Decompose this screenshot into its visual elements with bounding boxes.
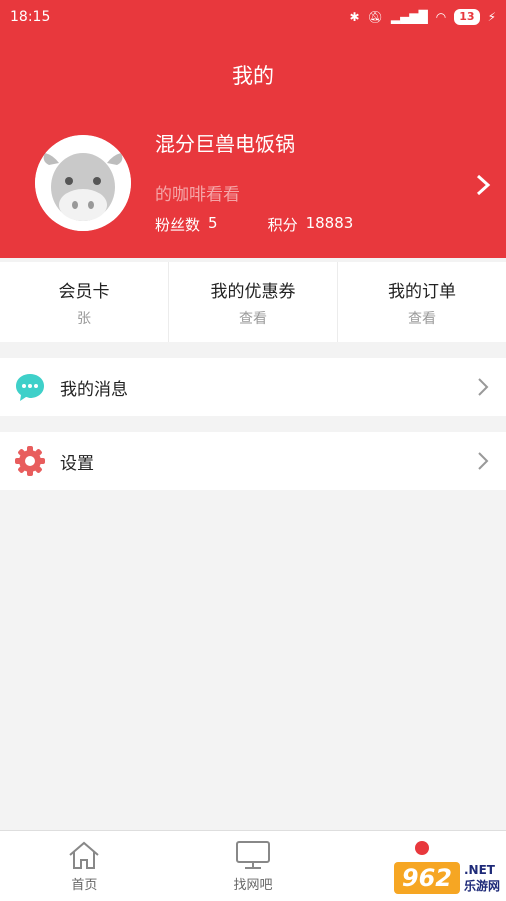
charging-icon: ⚡ <box>487 10 496 24</box>
watermark-sub: 乐游网 <box>463 878 500 893</box>
wifi-icon: ◠ <box>435 10 447 24</box>
member-card-button[interactable]: 会员卡 张 <box>0 262 169 342</box>
fans-value: 5 <box>208 214 218 232</box>
quick-title: 会员卡 <box>58 281 110 302</box>
signature: 的咖啡看看 <box>155 185 240 205</box>
row-label: 我的消息 <box>60 379 128 400</box>
home-icon <box>69 841 99 869</box>
nav-label: 首页 <box>71 877 98 893</box>
profile-chevron-right-icon[interactable] <box>474 170 492 200</box>
status-icons: ✱ 🔕︎ ▂▄▆█ ◠ 13 ⚡ <box>350 9 496 25</box>
profile-header: 18:15 ✱ 🔕︎ ▂▄▆█ ◠ 13 ⚡ 我的 混分巨兽电饭锅 的咖啡看看 … <box>0 0 506 258</box>
watermark: 962 .NET 乐游网 <box>393 862 500 894</box>
watermark-net: .NET <box>463 862 495 877</box>
messages-row[interactable]: 我的消息 <box>0 358 506 416</box>
chevron-right-icon <box>478 452 489 470</box>
battery-icon: 13 <box>454 9 480 25</box>
nav-find-cafe[interactable]: 找网吧 <box>169 831 338 901</box>
status-bar: 18:15 ✱ 🔕︎ ▂▄▆█ ◠ 13 ⚡ <box>0 0 506 34</box>
quick-sub: 查看 <box>239 310 267 327</box>
avatar[interactable] <box>35 135 131 231</box>
quick-sub: 查看 <box>408 310 436 327</box>
signal-icon: ▂▄▆█ <box>390 10 428 24</box>
quick-actions: 会员卡 张 我的优惠券 查看 我的订单 查看 <box>0 262 506 342</box>
coupons-button[interactable]: 我的优惠券 查看 <box>169 262 338 342</box>
gear-icon <box>14 445 46 477</box>
username: 混分巨兽电饭锅 <box>155 132 295 156</box>
points-label: 积分 <box>267 216 298 234</box>
quick-title: 我的订单 <box>388 281 456 302</box>
orders-button[interactable]: 我的订单 查看 <box>338 262 506 342</box>
profile-icon <box>414 841 429 855</box>
profile-stats: 粉丝数 5 积分 18883 <box>155 214 353 235</box>
chat-bubble-icon <box>14 371 46 403</box>
cow-avatar-icon <box>35 135 131 231</box>
mute-bell-icon: 🔕︎ <box>367 10 383 24</box>
monitor-icon <box>236 840 270 869</box>
status-time: 18:15 <box>10 9 51 25</box>
watermark-logo: 962 <box>393 862 460 894</box>
page-title: 我的 <box>232 64 274 88</box>
row-label: 设置 <box>60 453 94 474</box>
settings-row[interactable]: 设置 <box>0 432 506 490</box>
quick-sub: 张 <box>77 310 91 327</box>
fans-label: 粉丝数 <box>155 216 201 234</box>
chevron-right-icon <box>478 378 489 396</box>
points-value: 18883 <box>305 214 354 232</box>
quick-title: 我的优惠券 <box>210 281 296 302</box>
bluetooth-icon: ✱ <box>349 10 360 24</box>
nav-home[interactable]: 首页 <box>0 831 169 901</box>
nav-label: 找网吧 <box>233 877 273 893</box>
